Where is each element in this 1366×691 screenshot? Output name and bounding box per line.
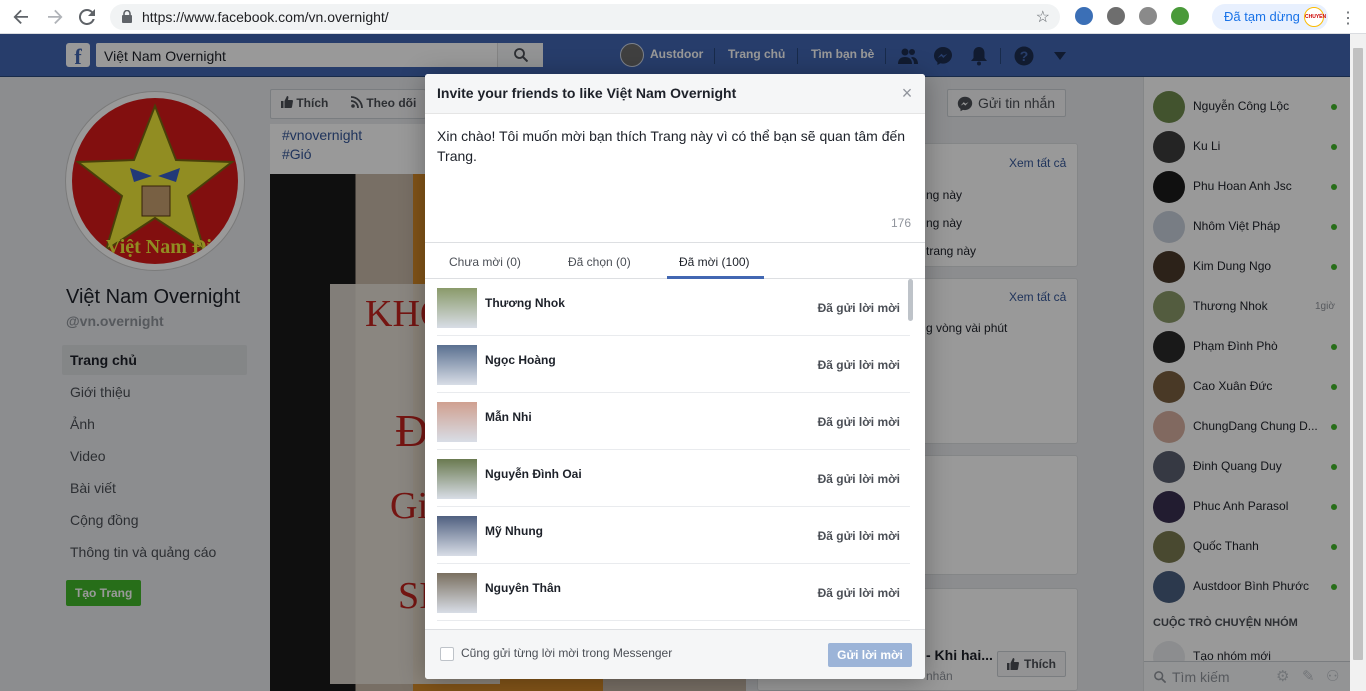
friend-avatar [437,573,477,613]
close-icon[interactable]: × [899,83,915,103]
url-text: https://www.facebook.com/vn.overnight/ [142,9,389,25]
reload-icon[interactable] [74,4,100,30]
invite-status: Đã gửi lời mời [817,415,900,429]
invite-status: Đã gửi lời mời [817,358,900,372]
invited-friends-list: Thương Nhok Đã gửi lời mời Ngọc Hoàng Đã gử… [425,279,925,624]
forward-icon[interactable] [42,4,68,30]
friend-avatar [437,345,477,385]
page-scrollbar[interactable] [1350,34,1366,691]
friends-list-scrollbar[interactable] [908,279,913,321]
friend-avatar [437,402,477,442]
char-count: 176 [891,216,912,230]
invite-status: Đã gửi lời mời [817,301,900,315]
invite-friends-dialog: Invite your friends to like Việt Nam Ove… [425,74,925,679]
tab-selected[interactable]: Đã chọn (0) [568,255,631,269]
messenger-invite-label[interactable]: Cũng gửi từng lời mời trong Messenger [461,646,672,660]
profile-status-button[interactable]: Đã tạm dừng CHUYỂN [1212,4,1328,30]
tab-not-invited[interactable]: Chưa mời (0) [449,255,521,269]
friend-name: Nguyễn Đình Oai [485,467,582,481]
back-icon[interactable] [8,4,34,30]
friend-row[interactable]: Nguyễn Đình Oai Đã gửi lời mời [437,450,910,507]
friend-name: Mẫn Nhi [485,410,532,424]
address-bar[interactable]: https://www.facebook.com/vn.overnight/ ☆ [110,4,1060,30]
invite-tabs: Chưa mời (0) Đã chọn (0) Đã mời (100) [425,242,925,279]
profile-status-label: Đã tạm dừng [1224,9,1300,24]
extension-translate-icon[interactable] [1075,7,1093,25]
invite-status: Đã gửi lời mời [817,586,900,600]
friend-avatar [437,459,477,499]
browser-menu-icon[interactable]: ⋮ [1338,8,1358,28]
friend-row[interactable]: Ngọc Hoàng Đã gửi lời mời [437,336,910,393]
extension-globe-icon[interactable] [1171,7,1189,25]
page-scrollbar-thumb[interactable] [1353,48,1363,660]
friend-row[interactable]: Nguyên Thân Đã gửi lời mời [437,564,910,621]
friend-name: Mỹ Nhung [485,524,543,538]
friend-name: Thương Nhok [485,296,565,310]
dialog-title: Invite your friends to like Việt Nam Ove… [437,85,737,101]
friend-row[interactable]: Thương Nhok Đã gửi lời mời [437,279,910,336]
lock-icon [122,9,132,26]
invite-status: Đã gửi lời mời [817,472,900,486]
invite-status: Đã gửi lời mời [817,529,900,543]
friend-name: Ngọc Hoàng [485,353,556,367]
dialog-header: Invite your friends to like Việt Nam Ove… [425,74,925,114]
friend-row[interactable]: Mẫn Nhi Đã gửi lời mời [437,393,910,450]
messenger-invite-checkbox[interactable] [440,647,454,661]
friend-avatar [437,516,477,556]
bookmark-star-icon[interactable]: ☆ [1036,7,1050,27]
friend-avatar [437,288,477,328]
send-invites-button[interactable]: Gửi lời mời [828,643,912,667]
friend-row[interactable]: Mỹ Nhung Đã gửi lời mời [437,507,910,564]
friend-name: Nguyên Thân [485,581,562,595]
dialog-footer: Cũng gửi từng lời mời trong Messenger Gử… [425,629,925,679]
invite-message-textarea[interactable]: Xin chào! Tôi muốn mời bạn thích Trang n… [437,126,915,166]
extension-pinterest-icon[interactable] [1107,7,1125,25]
tab-invited[interactable]: Đã mời (100) [679,255,750,269]
profile-avatar: CHUYỂN [1304,7,1326,27]
extension-gear-icon[interactable] [1139,7,1157,25]
browser-toolbar: https://www.facebook.com/vn.overnight/ ☆… [0,0,1366,34]
